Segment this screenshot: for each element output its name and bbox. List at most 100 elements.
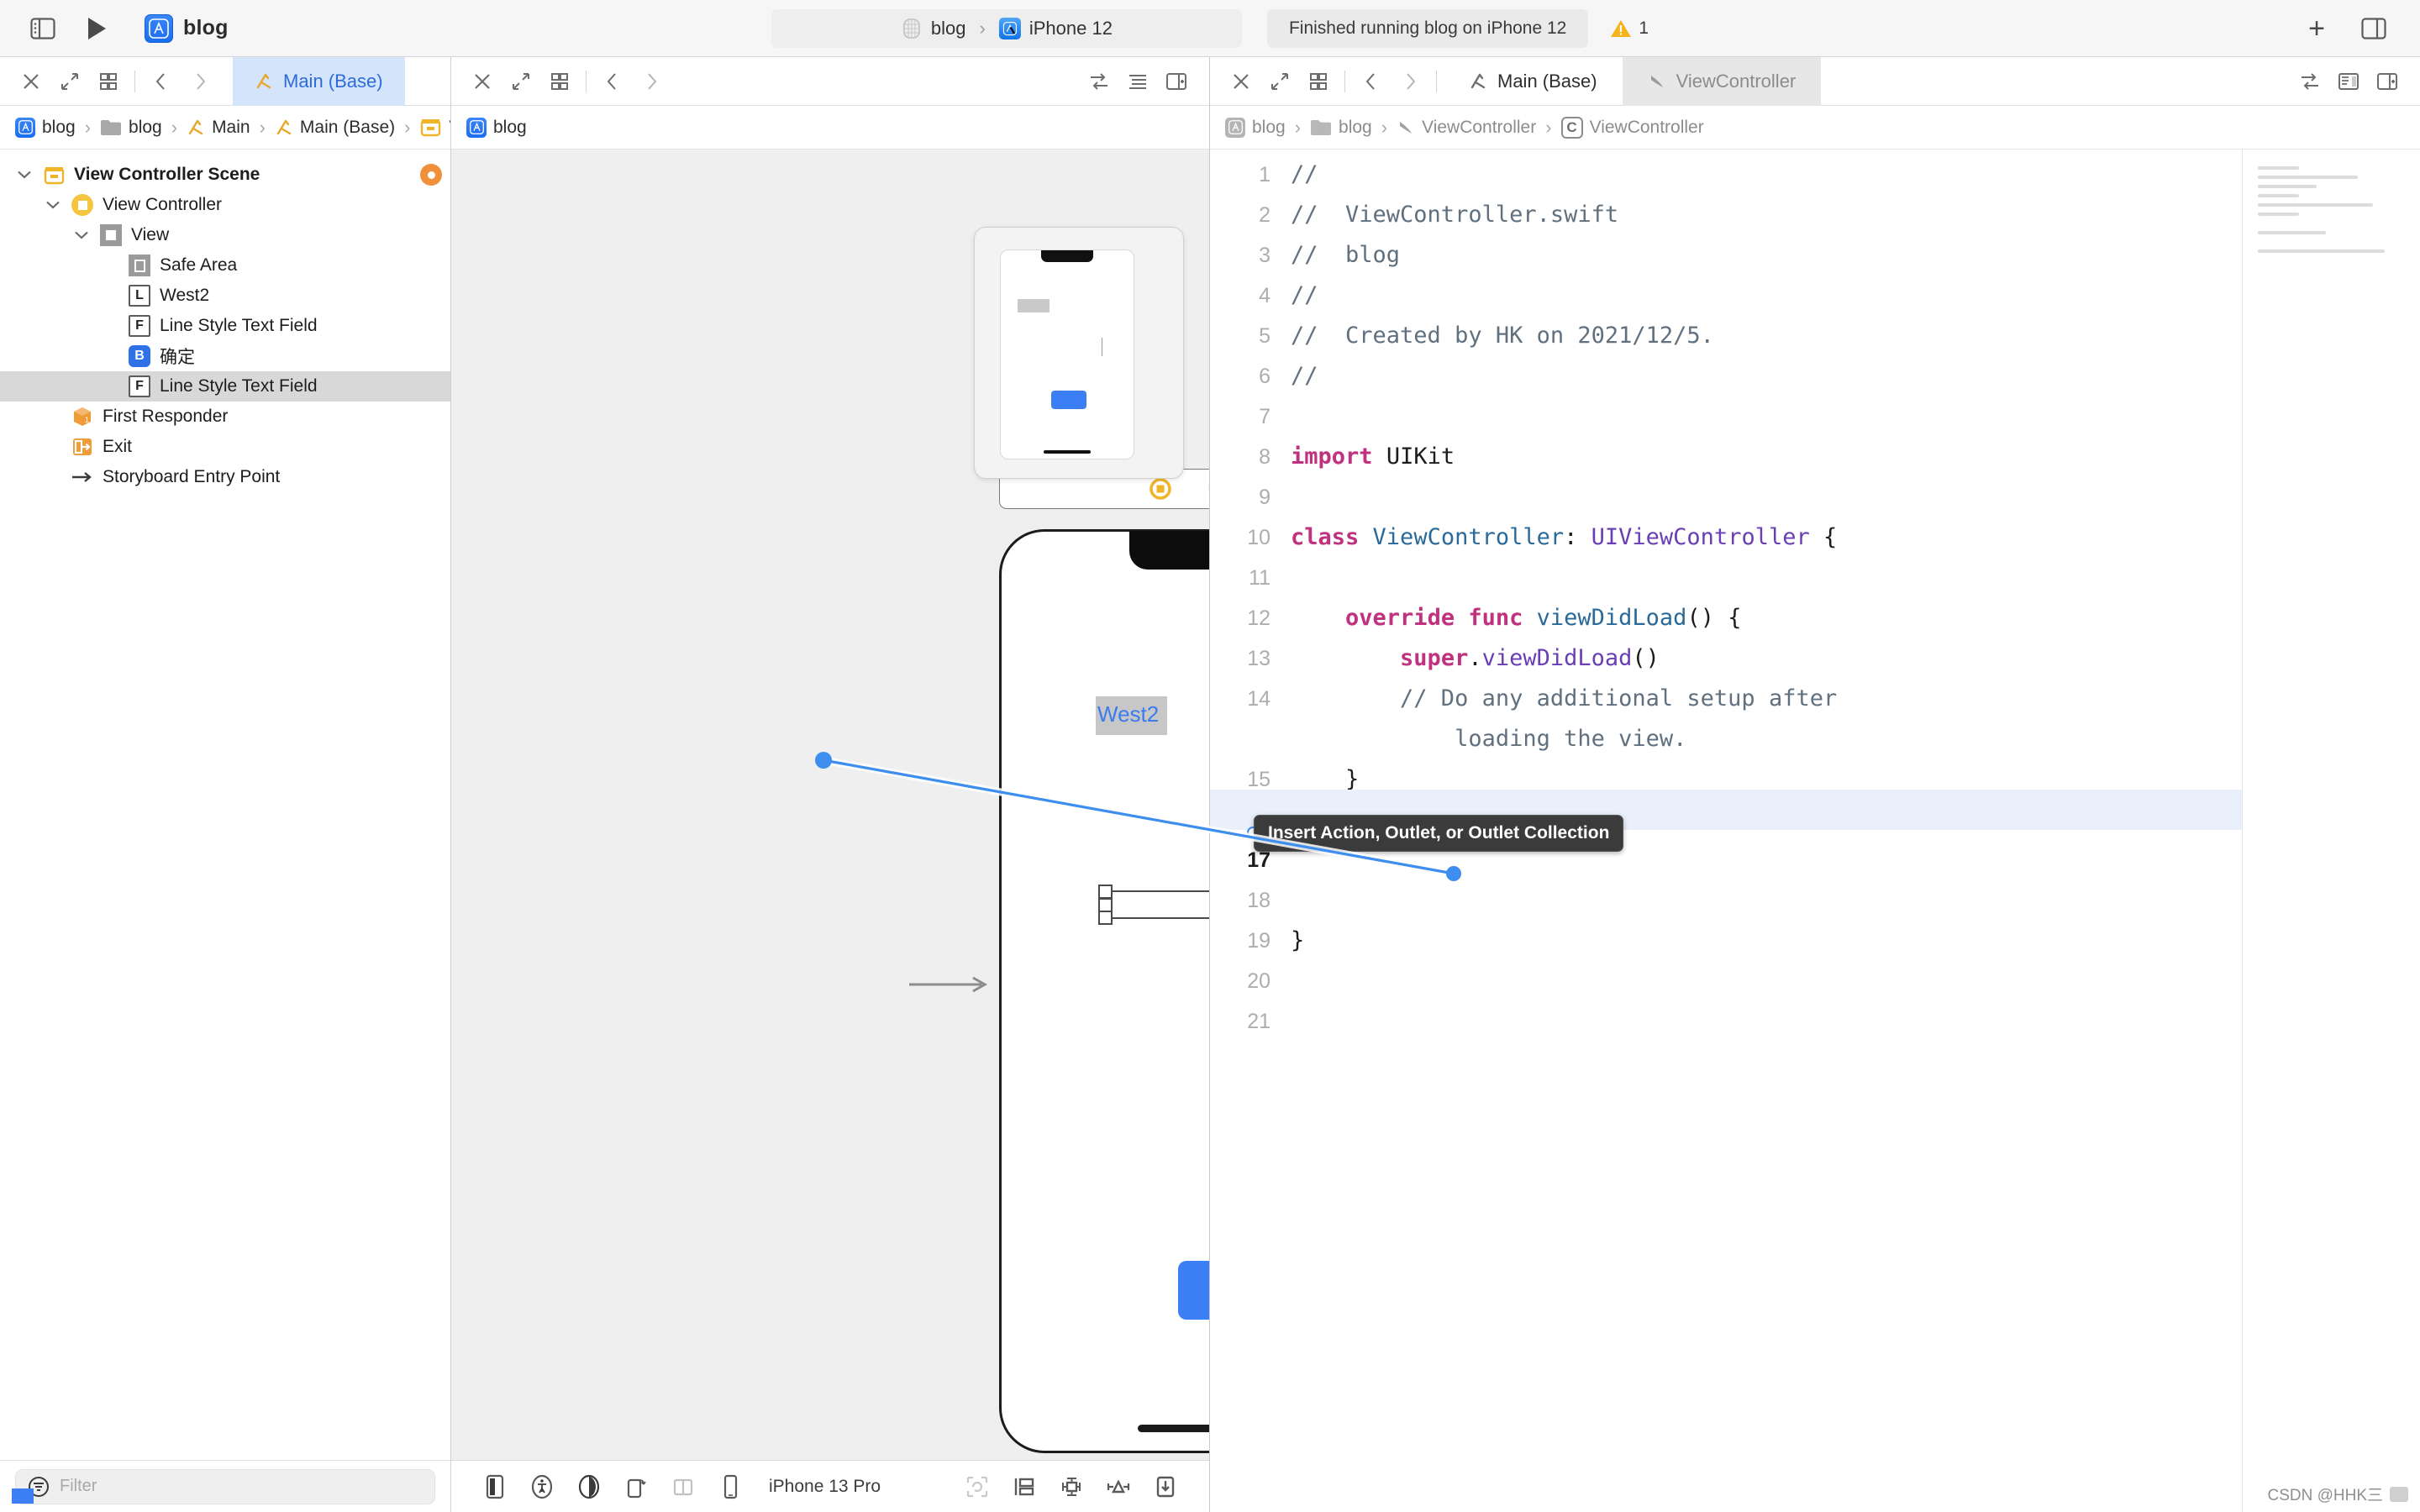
canvas-selected-textfield[interactable] <box>1098 885 1209 925</box>
disclosure-down-icon[interactable] <box>15 165 34 184</box>
tree-row[interactable]: View Controller Scene <box>0 160 450 190</box>
tree-row-label: 确定 <box>160 348 195 367</box>
tab-viewcontroller[interactable]: ViewController <box>1622 56 1822 106</box>
minimize-expand-icon[interactable] <box>50 62 89 101</box>
tab-main-base[interactable]: Main (Base) <box>1444 57 1623 106</box>
back-chevron-icon[interactable] <box>593 62 632 101</box>
first-responder-icon[interactable] <box>1206 477 1209 501</box>
line-text: import UIKit <box>1291 444 1455 470</box>
resize-handle-bottom-left[interactable] <box>1098 911 1113 925</box>
grid-layout-icon[interactable] <box>540 62 579 101</box>
issue-warning-group[interactable]: 1 <box>1610 18 1649 39</box>
add-editor-icon[interactable] <box>2368 62 2407 101</box>
filter-placeholder: Filter <box>60 1477 97 1495</box>
code-minimap[interactable] <box>2242 150 2420 1512</box>
tree-row[interactable]: Storyboard Entry Point <box>0 462 450 492</box>
ib-editor-right-tools <box>1080 62 1209 101</box>
code-line: 19} <box>1210 921 2420 961</box>
disclosure-down-icon[interactable] <box>44 196 62 214</box>
view-as-icon[interactable] <box>473 1467 517 1506</box>
canvas-preview-card[interactable] <box>974 227 1184 479</box>
line-number: 1 <box>1259 163 1270 186</box>
embed-icon[interactable] <box>1002 1467 1046 1506</box>
toolbar-divider <box>134 70 135 92</box>
tree-row-label: First Responder <box>103 407 229 426</box>
breadcrumb-scene[interactable]: View Controller Scene <box>418 116 450 139</box>
tree-row[interactable]: L West2 <box>0 281 450 311</box>
forward-chevron-icon[interactable] <box>632 62 671 101</box>
storyboard-canvas[interactable]: West2 确定 <box>451 150 1209 1460</box>
code-editor-right-tools <box>2291 62 2420 101</box>
tree-row[interactable]: View <box>0 220 450 250</box>
align-lines-icon[interactable] <box>1118 62 1157 101</box>
back-chevron-icon[interactable] <box>1352 62 1391 101</box>
breadcrumb-storyboard-base[interactable]: Main (Base) <box>273 118 397 138</box>
filter-input[interactable]: Filter <box>15 1468 435 1504</box>
update-frames-icon[interactable] <box>955 1467 999 1506</box>
code-line: 21 <box>1210 1001 2420 1042</box>
tree-row[interactable]: F Line Style Text Field <box>0 371 450 402</box>
add-constraints-icon[interactable] <box>1097 1467 1140 1506</box>
breadcrumb-storyboard[interactable]: Main <box>185 118 252 138</box>
close-icon[interactable] <box>463 62 502 101</box>
close-icon[interactable] <box>1222 62 1260 101</box>
tree-row[interactable]: 1 First Responder <box>0 402 450 432</box>
breadcrumb-class[interactable]: C ViewController <box>1560 116 1706 139</box>
run-play-icon[interactable] <box>67 7 126 50</box>
grid-layout-icon[interactable] <box>1299 62 1338 101</box>
svg-text:1: 1 <box>85 416 89 424</box>
minimize-expand-icon[interactable] <box>1260 62 1299 101</box>
code-review-icon[interactable] <box>2291 62 2329 101</box>
close-icon[interactable] <box>12 62 50 101</box>
canvas-label-west2[interactable]: West2 <box>1096 696 1168 735</box>
resolve-issues-icon[interactable] <box>1144 1467 1187 1506</box>
tree-row[interactable]: F Line Style Text Field <box>0 311 450 341</box>
chevron-right-icon: › <box>404 116 411 138</box>
ib-breadcrumb: blog <box>451 106 1209 150</box>
tree-row[interactable]: Exit <box>0 432 450 462</box>
sidebar-left-icon[interactable] <box>18 7 67 50</box>
minimize-expand-icon[interactable] <box>502 62 540 101</box>
minimap-icon[interactable] <box>2329 62 2368 101</box>
scheme-selector[interactable]: blog <box>145 13 229 43</box>
tab-main-base[interactable]: Main (Base) <box>233 57 405 106</box>
breadcrumb-folder[interactable]: blog <box>98 118 164 138</box>
tree-row-label: Exit <box>103 437 133 456</box>
scene-indicator-icon[interactable] <box>420 164 442 186</box>
breadcrumb-project[interactable]: blog <box>13 117 77 138</box>
breadcrumb-swift-file[interactable]: ViewController <box>1395 118 1538 138</box>
tree-row[interactable]: Safe Area <box>0 250 450 281</box>
scene-icon <box>419 116 442 139</box>
align-icon[interactable] <box>1050 1467 1093 1506</box>
breadcrumb-project[interactable]: blog <box>1223 117 1287 138</box>
resize-handle-top-left[interactable] <box>1098 885 1113 899</box>
forward-chevron-icon[interactable] <box>1391 62 1429 101</box>
disclosure-down-icon[interactable] <box>72 226 91 244</box>
add-editor-icon[interactable] <box>1157 62 1196 101</box>
code-review-icon[interactable] <box>1080 62 1118 101</box>
tree-row[interactable]: View Controller <box>0 190 450 220</box>
breadcrumb-project[interactable]: blog <box>465 117 529 138</box>
accessibility-icon[interactable] <box>520 1467 564 1506</box>
canvas-confirm-button[interactable]: 确定 <box>1178 1261 1209 1320</box>
canvas-device-label[interactable]: iPhone 13 Pro <box>769 1477 881 1497</box>
view-controller-icon[interactable] <box>1149 477 1172 501</box>
sidebar-right-icon[interactable] <box>2349 7 2398 50</box>
run-destination-selector[interactable]: blog › iPhone 12 <box>771 8 1242 48</box>
grid-layout-icon[interactable] <box>89 62 128 101</box>
watermark-badge-icon <box>2390 1486 2408 1502</box>
source-code-area[interactable]: 1 // 2 // ViewController.swift 3 // blog 4 /… <box>1210 150 2420 1512</box>
tree-row[interactable]: B 确定 <box>0 341 450 371</box>
back-chevron-icon[interactable] <box>142 62 181 101</box>
appearance-icon[interactable] <box>567 1467 611 1506</box>
storyboard-icon <box>255 72 273 91</box>
device-icon[interactable] <box>708 1467 752 1506</box>
add-library-button[interactable]: + <box>2292 7 2341 50</box>
split-view-icon[interactable] <box>661 1467 705 1506</box>
device-preview[interactable]: West2 确定 <box>999 529 1209 1453</box>
activity-status-text[interactable]: Finished running blog on iPhone 12 <box>1266 8 1589 48</box>
navigator-filter-bar: Filter <box>0 1460 450 1512</box>
breadcrumb-folder[interactable]: blog <box>1308 118 1374 138</box>
forward-chevron-icon[interactable] <box>181 62 219 101</box>
orientation-icon[interactable] <box>614 1467 658 1506</box>
